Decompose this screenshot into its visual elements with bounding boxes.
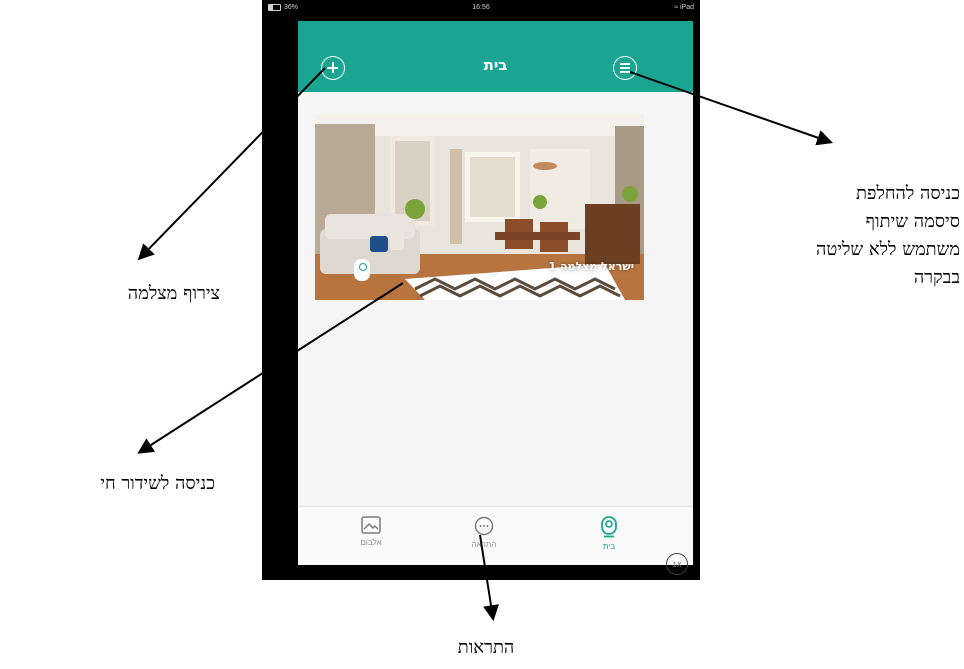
password-annotation-line: משתמש ללא שליטה: [816, 239, 960, 260]
alerts-annotation: התראות: [457, 637, 515, 658]
live-annotation: כניסה לשידור חי: [100, 473, 215, 494]
arrow-to-password-note: [629, 71, 834, 146]
annotation-arrows: [137, 67, 834, 622]
add-camera-annotation: צירוף מצלמה: [127, 283, 220, 304]
arrow-to-alerts-note: [479, 534, 499, 622]
password-annotation: כניסה להחלפת סיסמה שיתוף משתמש ללא שליטה…: [720, 180, 960, 292]
password-annotation-line: בבקרה: [913, 267, 960, 288]
arrow-to-live-note: [137, 282, 404, 454]
password-annotation-line: כניסה להחלפת: [856, 183, 960, 204]
password-annotation-line: סיסמה שיתוף: [865, 211, 960, 232]
arrow-to-add-camera-note: [137, 67, 326, 261]
